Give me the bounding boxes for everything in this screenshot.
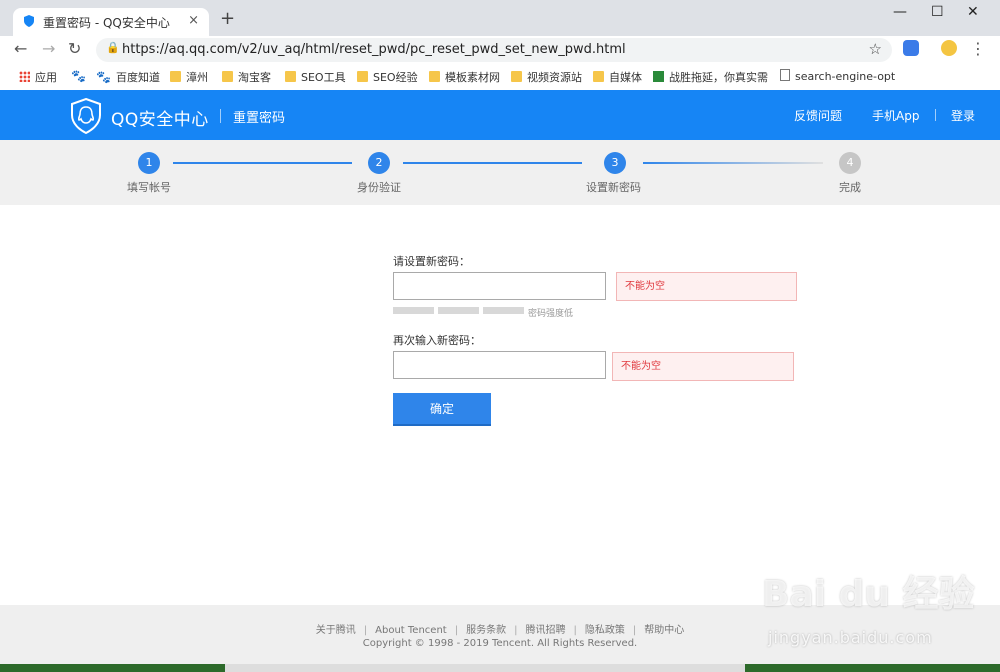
apps-icon — [19, 71, 30, 82]
title-bar: 重置密码 - QQ安全中心 × + — ☐ ✕ — [0, 0, 1000, 36]
brand-title[interactable]: QQ安全中心 — [111, 105, 209, 130]
desktop-taskbar — [0, 664, 1000, 672]
bookmark-search-engine[interactable]: search-engine-optin — [780, 69, 895, 83]
step-connector — [403, 162, 582, 164]
step-4-circle: 4 — [839, 152, 861, 174]
header-divider — [220, 109, 221, 123]
browser-tab[interactable]: 重置密码 - QQ安全中心 × — [13, 8, 209, 36]
url-text[interactable]: https://aq.qq.com/v2/uv_aq/html/reset_pw… — [122, 42, 626, 57]
bookmark-templates[interactable]: 模板素材网 — [429, 69, 500, 85]
footer-separator: | — [573, 625, 577, 636]
reload-button[interactable]: ↻ — [68, 39, 81, 58]
login-link[interactable]: 登录 — [951, 107, 975, 124]
footer-link-about[interactable]: 关于腾讯 — [316, 625, 356, 636]
extension-icon[interactable] — [903, 40, 919, 56]
new-password-label: 请设置新密码： — [393, 255, 470, 268]
bookmarks-bar: 应用 🐾 🐾 百度知道 漳州 淘宝客 SEO工具 SEO经验 模板素材网 视频资源… — [0, 64, 1000, 91]
bookmark-apps[interactable]: 应用 — [19, 69, 57, 85]
forward-button[interactable]: → — [42, 39, 55, 58]
confirm-button[interactable]: 确定 — [393, 393, 491, 426]
lock-icon: 🔒 — [106, 41, 120, 54]
bookmark-douban[interactable]: 战胜拖延，你真实需 — [653, 69, 768, 85]
bookmark-media[interactable]: 自媒体 — [593, 69, 642, 85]
emoji-extension-icon[interactable] — [941, 40, 957, 56]
mobile-app-link[interactable]: 手机App — [872, 107, 919, 124]
qq-shield-logo-icon[interactable] — [70, 98, 102, 134]
page-subtitle: 重置密码 — [233, 111, 286, 126]
step-2-circle: 2 — [368, 152, 390, 174]
step-1-label: 填写帐号 — [127, 181, 171, 194]
folder-icon — [170, 71, 181, 82]
baidu-paw-icon: 🐾 — [71, 69, 86, 83]
new-password-input[interactable] — [393, 272, 606, 300]
document-icon — [780, 69, 790, 81]
maximize-button[interactable]: ☐ — [931, 4, 944, 20]
footer-separator: | — [454, 625, 459, 636]
taskbar-window — [225, 664, 745, 672]
footer-link-jobs[interactable]: 腾讯招聘 — [525, 625, 565, 636]
strength-bar-3 — [483, 307, 524, 314]
douban-icon — [653, 71, 664, 82]
folder-icon — [285, 71, 296, 82]
folder-icon — [593, 71, 604, 82]
confirm-password-error: 不能为空 — [612, 352, 794, 381]
site-header: QQ安全中心 重置密码 反馈问题 手机App 登录 — [0, 90, 1000, 140]
menu-icon[interactable]: ⋮ — [970, 39, 986, 58]
step-1-circle: 1 — [138, 152, 160, 174]
folder-icon — [429, 71, 440, 82]
bookmark-zhangzhou[interactable]: 漳州 — [170, 69, 208, 85]
confirm-password-input[interactable] — [393, 351, 606, 379]
step-connector — [173, 162, 352, 164]
strength-bar-1 — [393, 307, 434, 314]
footer-separator: | — [514, 625, 518, 636]
footer-link-terms[interactable]: 服务条款 — [466, 625, 506, 636]
folder-icon — [222, 71, 233, 82]
step-connector — [643, 162, 823, 164]
header-link-divider — [935, 109, 936, 121]
strength-bar-2 — [438, 307, 479, 314]
baidu-paw-icon: 🐾 — [96, 70, 111, 84]
step-2-label: 身份验证 — [357, 181, 401, 194]
password-strength-text: 密码强度低 — [528, 309, 574, 319]
bookmark-star-icon[interactable]: ☆ — [869, 40, 882, 58]
step-3-circle: 3 — [604, 152, 626, 174]
progress-steps: 1 2 3 4 填写帐号 身份验证 设置新密码 完成 — [0, 140, 1000, 205]
new-password-error: 不能为空 — [616, 272, 797, 301]
bookmark-seo-tools[interactable]: SEO工具 — [285, 69, 346, 85]
footer-link-about-en[interactable]: About Tencent — [375, 625, 447, 636]
back-button[interactable]: ← — [14, 39, 27, 58]
main-content — [0, 205, 1000, 605]
footer-link-help[interactable]: 帮助中心 — [644, 625, 684, 636]
step-3-label: 设置新密码 — [586, 181, 641, 194]
address-bar[interactable]: 🔒 https://aq.qq.com/v2/uv_aq/html/reset_… — [96, 38, 892, 62]
baidu-watermark: Bai du 经验 — [762, 574, 975, 615]
confirm-password-label: 再次输入新密码： — [393, 334, 481, 347]
footer-link-privacy[interactable]: 隐私政策 — [585, 625, 625, 636]
bookmark-taobaoke[interactable]: 淘宝客 — [222, 69, 271, 85]
bookmark-baidu[interactable]: 🐾 — [71, 69, 91, 83]
tab-title: 重置密码 - QQ安全中心 — [43, 16, 170, 30]
folder-icon — [357, 71, 368, 82]
new-tab-button[interactable]: + — [220, 8, 235, 29]
browser-window: 重置密码 - QQ安全中心 × + — ☐ ✕ ← → ↻ 🔒 https://… — [0, 0, 1000, 664]
minimize-button[interactable]: — — [893, 4, 907, 20]
bookmark-seo-exp[interactable]: SEO经验 — [357, 69, 418, 85]
folder-icon — [511, 71, 522, 82]
footer-separator: | — [632, 625, 637, 636]
step-4-label: 完成 — [839, 181, 861, 194]
browser-toolbar: ← → ↻ 🔒 https://aq.qq.com/v2/uv_aq/html/… — [0, 36, 1000, 64]
tab-close-icon[interactable]: × — [188, 13, 199, 28]
shield-favicon-icon — [24, 15, 34, 27]
feedback-link[interactable]: 反馈问题 — [794, 107, 842, 124]
baidu-watermark-url: jingyan.baidu.com — [768, 628, 933, 647]
bookmark-video[interactable]: 视频资源站 — [511, 69, 582, 85]
footer-separator: | — [363, 625, 368, 636]
close-window-button[interactable]: ✕ — [967, 4, 979, 20]
bookmark-baidu-zhidao[interactable]: 🐾 百度知道 — [96, 69, 160, 85]
